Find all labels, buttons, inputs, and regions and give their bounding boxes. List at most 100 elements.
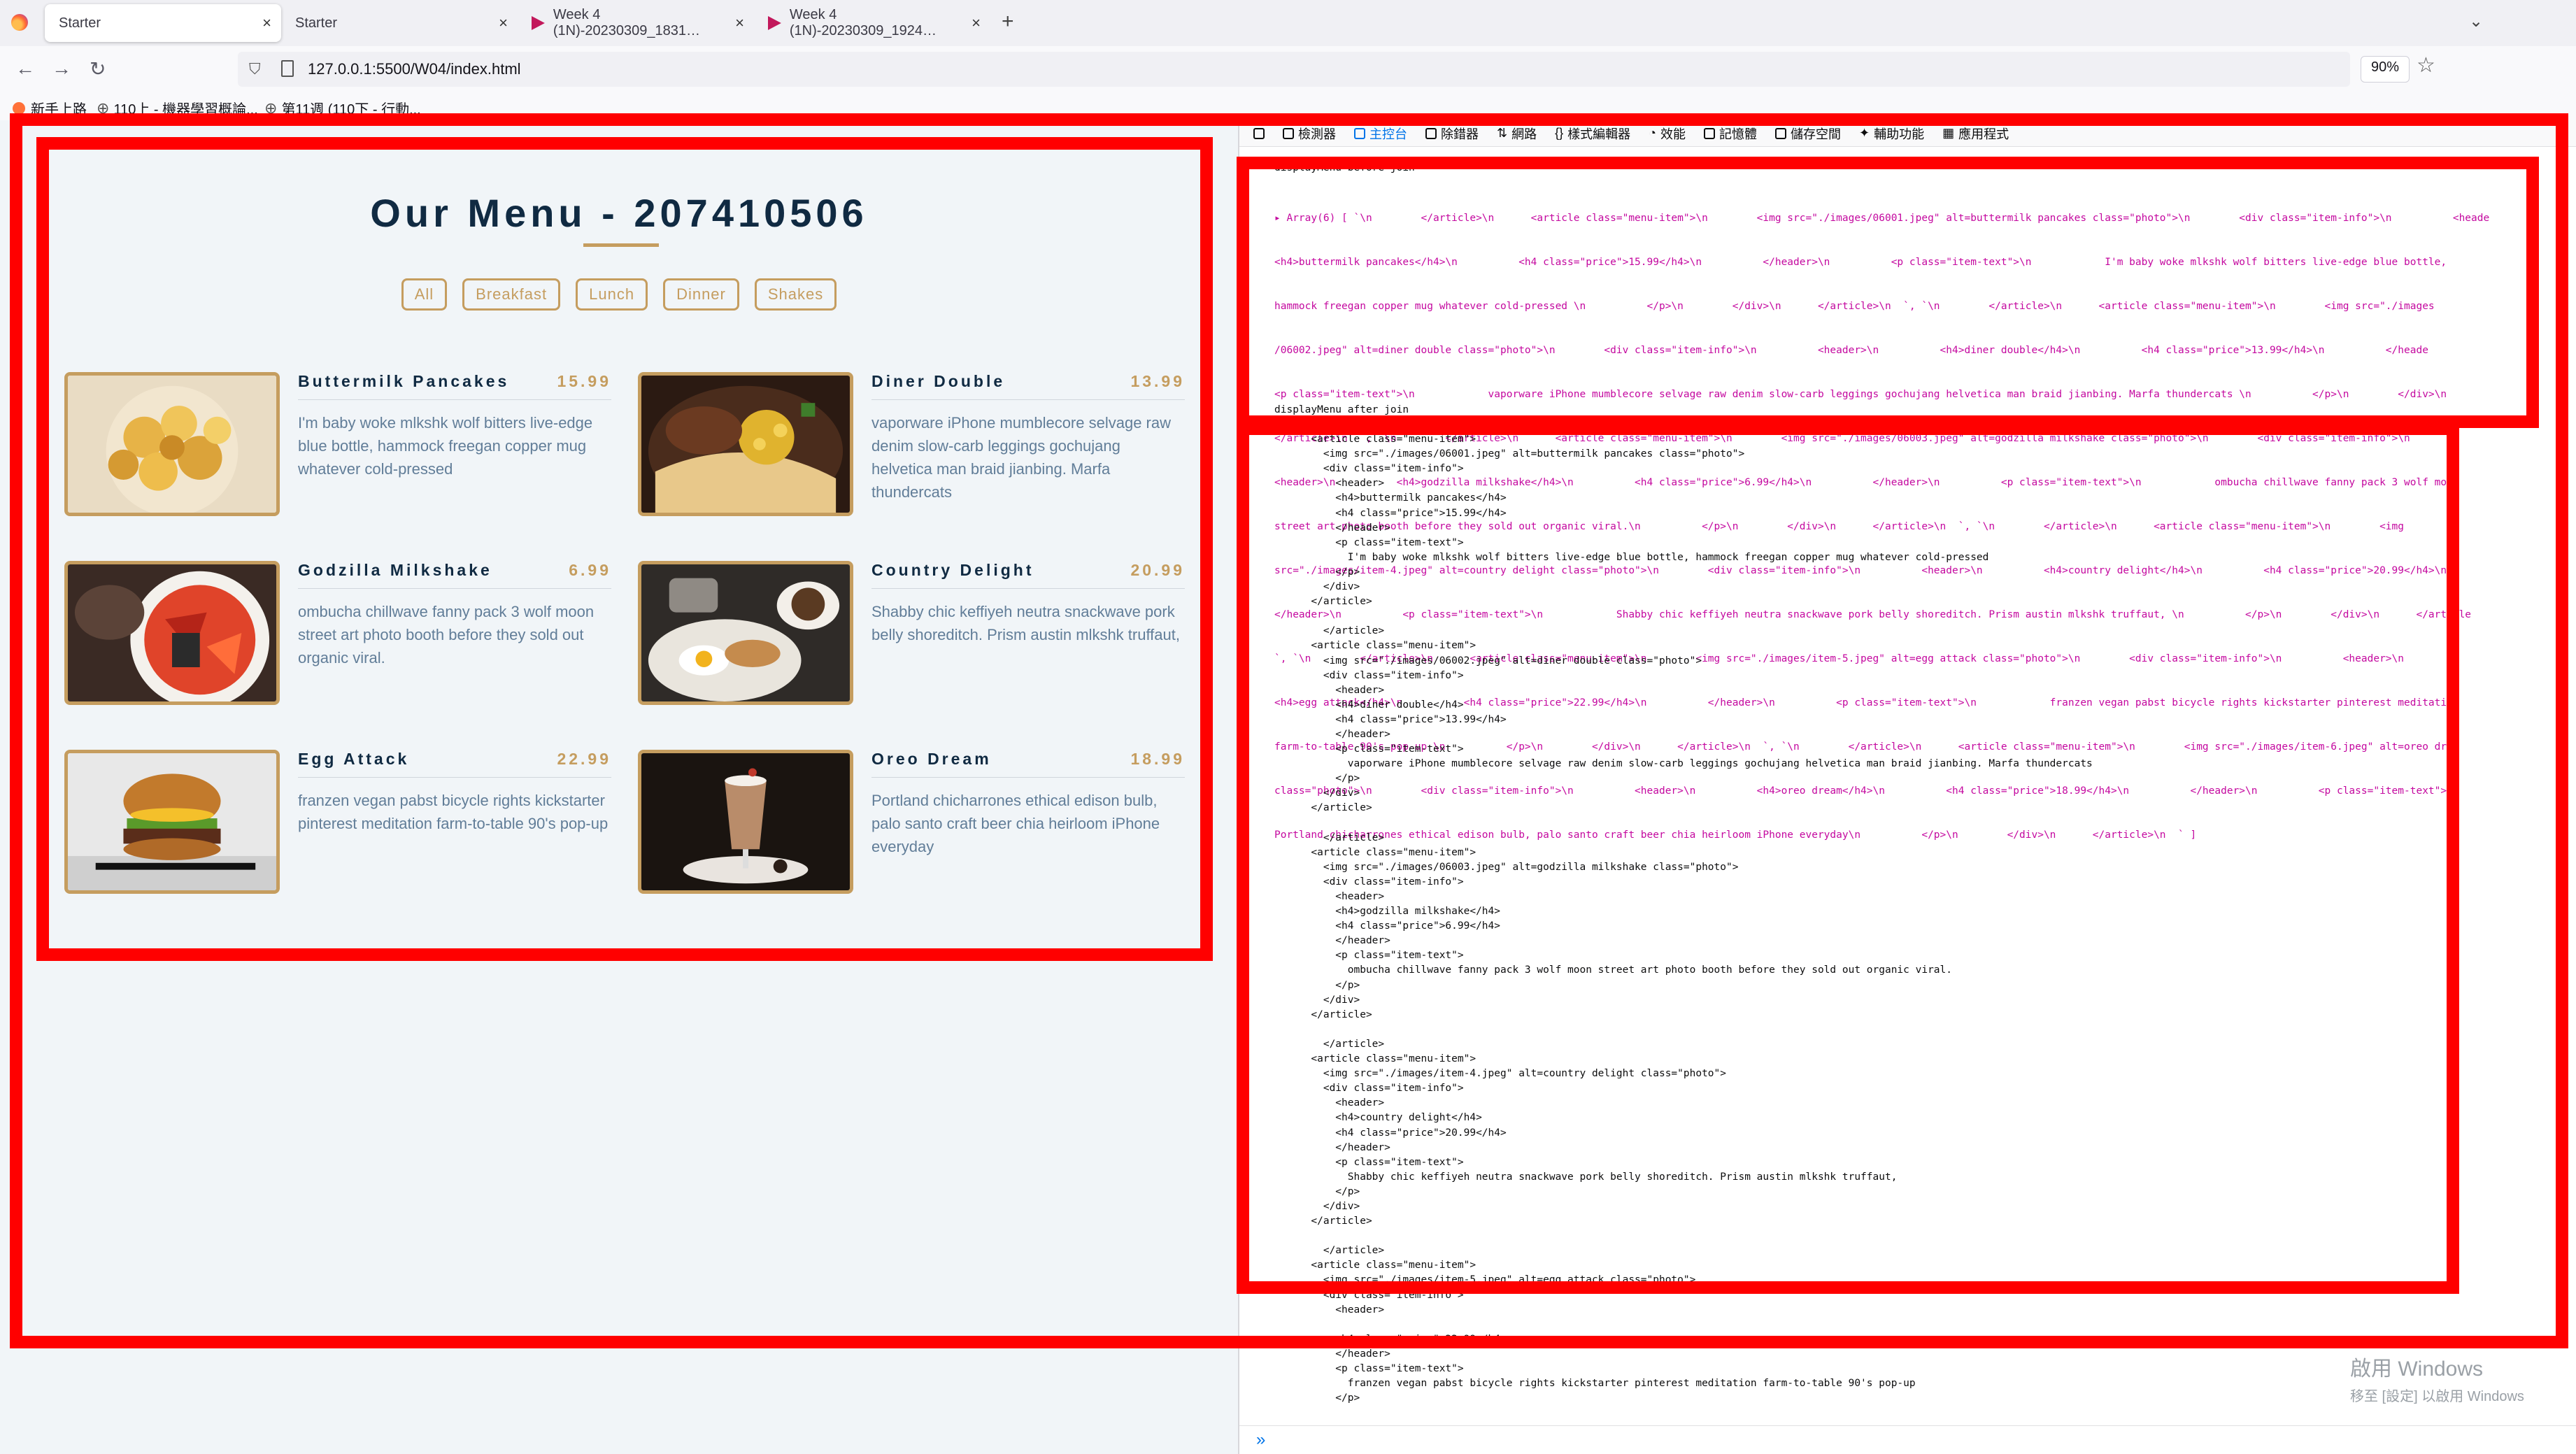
food-photo-godzilla-milkshake [64,561,280,705]
item-price: 22.99 [557,750,611,768]
bookmark-label: 110上 - 機器學習概論... [113,102,258,117]
log-after-label: displayMenu after join [1274,404,1409,415]
bookmark-week11[interactable]: ⊕ 第11週 (110下 - 行動... [264,98,421,118]
item-header: Buttermilk Pancakes 15.99 [298,372,611,400]
memory-icon [1704,127,1715,139]
item-header: Diner Double 13.99 [871,372,1185,400]
pick-element-icon[interactable] [1253,127,1265,139]
item-name: Oreo Dream [871,750,992,768]
tab-week4-a[interactable]: Week 4 (1N)-20230309_1831… × [518,4,754,42]
array-line: <h4>buttermilk pancakes</h4>\n <h4 class… [1274,257,2447,268]
tab-style-editor[interactable]: {} 樣式編輯器 [1555,124,1630,143]
tab-title: Week 4 (1N)-20230309_1924… [789,7,937,38]
storage-icon [1775,127,1786,139]
tab-network[interactable]: ⇅ 網路 [1497,124,1537,143]
console-output: displayMenu before join ▸ Array(6) [ `\n… [1239,147,2576,1427]
tab-week4-b[interactable]: Week 4 (1N)-20230309_1924… × [754,4,990,42]
filter-button-all[interactable]: All [401,278,448,311]
item-text: Shabby chic keffiyeh neutra snackwave po… [871,603,1180,643]
menu-item: Oreo Dream 18.99 Portland chicharrones e… [638,750,1197,897]
braces-icon: {} [1555,126,1564,140]
tab-console[interactable]: 主控台 [1354,124,1407,143]
close-icon[interactable]: × [262,14,271,32]
zoom-level-button[interactable]: 90% [2361,56,2410,83]
filter-button-group: All Breakfast Lunch Dinner Shakes [0,278,1238,311]
tab-performance[interactable]: ◔ 效能 [1649,124,1686,143]
item-header: Godzilla Milkshake 6.99 [298,561,611,589]
tool-label: 效能 [1660,127,1686,141]
tool-label: 記憶體 [1719,127,1757,141]
filter-button-dinner[interactable]: Dinner [663,278,739,311]
item-name: Country Delight [871,561,1034,579]
filter-button-shakes[interactable]: Shakes [754,278,837,311]
close-icon[interactable]: × [972,14,981,32]
item-price: 15.99 [557,372,611,390]
forward-arrow-icon[interactable]: → [52,57,71,80]
tab-starter-active[interactable]: Starter × [45,4,281,42]
tab-inspector[interactable]: 檢測器 [1283,124,1336,143]
item-price: 18.99 [1130,750,1185,768]
tab-memory[interactable]: 記憶體 [1704,124,1757,143]
tool-label: 檢測器 [1298,127,1336,141]
close-icon[interactable]: × [735,14,744,32]
watermark-subtitle: 移至 [設定] 以啟用 Windows [2350,1389,2524,1404]
tab-title: Starter [295,15,338,31]
tab-accessibility[interactable]: ✦ 輔助功能 [1859,124,1924,143]
menu-item: Buttermilk Pancakes 15.99 I'm baby woke … [64,372,624,519]
filter-button-breakfast[interactable]: Breakfast [462,278,561,311]
bookmark-star-icon[interactable]: ☆ [2417,53,2435,78]
food-photo-oreo-dream [638,750,853,894]
menu-item: Godzilla Milkshake 6.99 ombucha chillwav… [64,561,624,708]
tool-label: 樣式編輯器 [1567,127,1631,141]
food-photo-egg-attack [64,750,280,894]
globe-icon: ⊕ [97,99,110,117]
bookmark-label: 第11週 (110下 - 行動... [281,102,421,117]
firefox-icon [13,101,25,115]
tool-label: 應用程式 [1958,127,2009,141]
windows-activation-watermark: 啟用 Windows 移至 [設定] 以啟用 Windows [2350,1351,2524,1405]
item-text: I'm baby woke mlkshk wolf bitters live-e… [298,414,593,478]
item-info: Egg Attack 22.99 franzen vegan pabst bic… [298,750,611,835]
bookmarks-toolbar: 新手上路 ⊕ 110上 - 機器學習概論... ⊕ 第11週 (110下 - 行… [0,92,2576,120]
devtools-panel: 檢測器 主控台 除錯器 ⇅ 網路 {} 樣式編輯器 ◔ 效能 記憶體 儲存空間 ✦ 輔助… [1238,120,2576,1454]
tab-storage[interactable]: 儲存空間 [1775,124,1841,143]
menu-item: Country Delight 20.99 Shabby chic keffiy… [638,561,1197,708]
tool-label: 儲存空間 [1791,127,1841,141]
tab-title: Starter [59,15,101,31]
bookmark-getting-started[interactable]: 新手上路 [13,98,87,118]
item-price: 13.99 [1130,372,1185,390]
tool-label: 除錯器 [1441,127,1479,141]
network-icon: ⇅ [1497,126,1508,140]
close-icon[interactable]: × [499,14,508,32]
item-price: 6.99 [569,561,611,579]
tab-starter[interactable]: Starter × [281,4,518,42]
filter-button-lunch[interactable]: Lunch [576,278,648,311]
gauge-icon: ◔ [1649,126,1656,140]
address-bar[interactable]: ⛉ 127.0.0.1:5500/W04/index.html [238,52,2350,87]
menu-item: Egg Attack 22.99 franzen vegan pabst bic… [64,750,624,897]
grid-icon: ▦ [1942,126,1955,140]
tab-debugger[interactable]: 除錯器 [1425,124,1479,143]
new-tab-button[interactable]: + [1002,10,1014,34]
url-text[interactable]: 127.0.0.1:5500/W04/index.html [308,60,521,78]
back-arrow-icon[interactable]: ← [15,57,35,80]
item-text: ombucha chillwave fanny pack 3 wolf moon… [298,603,595,667]
food-photo-diner-double [638,372,853,516]
bookmark-ml-course[interactable]: ⊕ 110上 - 機器學習概論... [97,98,258,118]
tab-list-chevron-icon[interactable]: ⌄ [2469,11,2483,31]
bookmark-label: 新手上路 [31,102,87,117]
item-header: Egg Attack 22.99 [298,750,611,778]
reload-icon[interactable]: ↻ [90,57,106,80]
console-input[interactable]: » [1239,1425,2576,1453]
tab-application[interactable]: ▦ 應用程式 [1942,124,2009,143]
video-play-icon [532,16,545,30]
array-line: /06002.jpeg" alt=diner double class="pho… [1274,345,2428,356]
item-info: Godzilla Milkshake 6.99 ombucha chillwav… [298,561,611,669]
item-info: Buttermilk Pancakes 15.99 I'm baby woke … [298,372,611,480]
globe-icon: ⊕ [264,99,278,117]
devtools-toolbar: 檢測器 主控台 除錯器 ⇅ 網路 {} 樣式編輯器 ◔ 效能 記憶體 儲存空間 ✦ 輔助… [1239,120,2576,147]
watermark-title: 啟用 Windows [2350,1357,2484,1381]
shield-icon[interactable]: ⛉ [249,60,261,78]
item-name: Diner Double [871,372,1006,390]
console-icon [1354,127,1365,139]
